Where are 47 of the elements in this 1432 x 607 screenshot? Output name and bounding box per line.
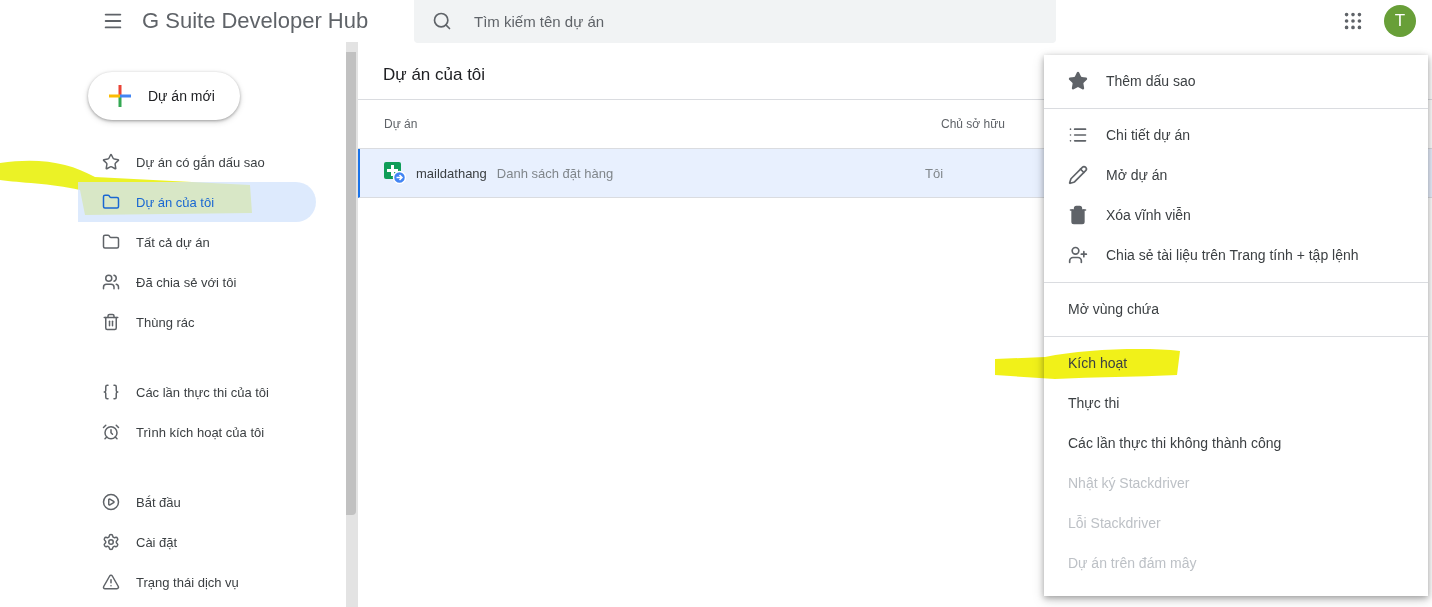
app-title: G Suite Developer Hub xyxy=(142,8,370,34)
play-icon xyxy=(102,493,120,511)
folder-icon xyxy=(102,233,120,251)
sidebar-item[interactable]: Trạng thái dịch vụ xyxy=(78,562,316,602)
search-icon xyxy=(432,11,452,31)
column-header: Chủ sở hữu xyxy=(941,117,1006,131)
sidebar-item[interactable]: Đã chia sẻ với tôi xyxy=(78,262,316,302)
apps-grid-button[interactable] xyxy=(1342,10,1364,32)
braces-icon xyxy=(102,383,120,401)
sidebar-item[interactable]: Thùng rác xyxy=(78,302,316,342)
sidebar-item[interactable]: Bắt đầu xyxy=(78,482,316,522)
menu-item[interactable]: Thêm dấu sao xyxy=(1044,61,1428,101)
menu-item[interactable]: Chia sẻ tài liệu trên Trang tính + tập lệnh xyxy=(1044,235,1428,275)
sidebar-item[interactable]: Các lần thực thi của tôi xyxy=(78,372,316,412)
project-name: maildathang xyxy=(416,165,487,181)
warning-icon xyxy=(102,573,120,591)
trash-icon xyxy=(1068,205,1088,225)
people-icon xyxy=(102,273,120,291)
script-file-icon xyxy=(384,162,406,184)
menu-item[interactable]: Xóa vĩnh viễn xyxy=(1044,195,1428,235)
pencil-icon xyxy=(1068,165,1088,185)
sidebar-item[interactable]: Dự án có gắn dấu sao xyxy=(78,142,316,182)
search-input[interactable]: Tìm kiếm tên dự án xyxy=(472,11,1038,31)
menu-item[interactable]: Thực thi xyxy=(1044,383,1428,423)
sidebar-item[interactable]: Cài đặt xyxy=(78,522,316,562)
column-header: Dự án xyxy=(384,117,419,131)
sidebar-item[interactable]: Tất cả dự án xyxy=(78,222,316,262)
sidebar-item[interactable]: Dự án của tôi xyxy=(78,182,316,222)
sidebar-item[interactable]: Trình kích hoạt của tôi xyxy=(78,412,316,452)
new-project-button[interactable]: Dự án mới xyxy=(88,72,240,120)
trash-icon xyxy=(102,313,120,331)
folder-icon xyxy=(102,193,120,211)
owner-cell: Tôi xyxy=(925,165,944,181)
add-person-icon xyxy=(1068,245,1088,265)
menu-item[interactable]: Mở dự án xyxy=(1044,155,1428,195)
colored-plus-icon xyxy=(108,84,132,108)
alarm-clock-icon xyxy=(102,423,120,441)
search-bar[interactable]: Tìm kiếm tên dự án xyxy=(414,0,1056,43)
settings-icon xyxy=(102,533,120,551)
menu-item[interactable]: Kích hoạt xyxy=(1044,343,1428,383)
menu-item[interactable]: Mở vùng chứa xyxy=(1044,289,1428,329)
project-description: Danh sách đặt hàng xyxy=(496,165,614,181)
list-icon xyxy=(1068,125,1088,145)
star-icon xyxy=(102,153,120,171)
scrollbar-thumb[interactable] xyxy=(346,52,356,515)
star-icon xyxy=(1068,71,1088,91)
menu-item[interactable]: Các lần thực thi không thành công xyxy=(1044,423,1428,463)
